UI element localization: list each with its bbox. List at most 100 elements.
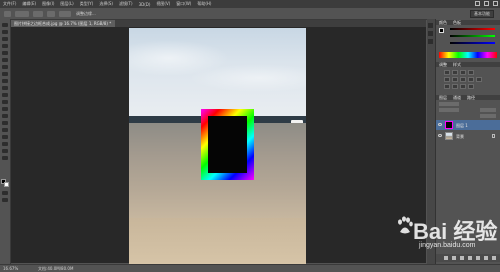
menu-window[interactable]: 窗口(W): [173, 1, 194, 7]
menu-edit[interactable]: 编辑(E): [19, 1, 39, 7]
dodge-tool-icon[interactable]: [2, 114, 8, 118]
folder-icon[interactable]: [476, 256, 480, 260]
minimize-icon[interactable]: [475, 1, 480, 6]
anti-alias-checkbox[interactable]: [47, 10, 55, 17]
properties-panel-icon[interactable]: [428, 31, 433, 36]
layer-name[interactable]: 背景: [456, 134, 464, 140]
tab-swatches[interactable]: 色板: [451, 20, 463, 25]
blue-slider[interactable]: [450, 42, 495, 44]
tab-layers[interactable]: 图层: [437, 95, 449, 100]
menu-3d[interactable]: 3D(D): [136, 2, 154, 7]
gradient-tool-icon[interactable]: [2, 100, 8, 104]
fill-field[interactable]: [480, 114, 496, 118]
blend-mode-select[interactable]: [439, 108, 459, 112]
style-select[interactable]: [59, 10, 71, 17]
type-tool-icon[interactable]: [2, 128, 8, 132]
exposure-icon[interactable]: [468, 70, 474, 75]
adjustment-layer-icon[interactable]: [468, 256, 472, 260]
menu-file[interactable]: 文件(F): [0, 1, 19, 7]
document-tab[interactable]: 图片拼接之边框合成.jpg @ 16.7% (图层 1, RGB/8) *: [10, 20, 116, 27]
document-canvas[interactable]: [129, 28, 306, 264]
pen-tool-icon[interactable]: [2, 121, 8, 125]
new-layer-icon[interactable]: [484, 256, 488, 260]
quick-mask-icon[interactable]: [2, 191, 8, 195]
curves-icon[interactable]: [460, 70, 466, 75]
tab-styles[interactable]: 样式: [451, 62, 463, 67]
layer-row[interactable]: 图层 1: [436, 120, 500, 130]
shape-tool-icon[interactable]: [2, 142, 8, 146]
menu-layer[interactable]: 图层(L): [57, 1, 76, 7]
workspace-select[interactable]: 基本功能: [470, 10, 494, 18]
crop-tool-icon[interactable]: [2, 51, 8, 55]
healing-brush-tool-icon[interactable]: [2, 65, 8, 69]
tab-paths[interactable]: 路径: [465, 95, 477, 100]
close-icon[interactable]: [493, 1, 498, 6]
info-panel-icon[interactable]: [428, 39, 433, 44]
move-tool-icon[interactable]: [2, 23, 8, 27]
maximize-icon[interactable]: [484, 1, 489, 6]
watermark-url: jingyan.baidu.com: [419, 242, 476, 249]
menu-view[interactable]: 视图(V): [153, 1, 173, 7]
color-spectrum-bar[interactable]: [439, 52, 497, 58]
canvas-area[interactable]: [11, 27, 426, 264]
menu-filter[interactable]: 滤镜(T): [116, 1, 136, 7]
lasso-tool-icon[interactable]: [2, 37, 8, 41]
mask-icon[interactable]: [460, 256, 464, 260]
color-panel-foreground[interactable]: [439, 28, 444, 33]
vibrance-icon[interactable]: [444, 77, 450, 82]
blur-tool-icon[interactable]: [2, 107, 8, 111]
screen-mode-icon[interactable]: [2, 198, 8, 202]
opacity-field[interactable]: [480, 108, 496, 112]
brightness-icon[interactable]: [444, 70, 450, 75]
brush-tool-icon[interactable]: [2, 72, 8, 76]
clone-stamp-tool-icon[interactable]: [2, 79, 8, 83]
baidu-paw-logo: [398, 216, 413, 234]
layer-thumbnail: [445, 132, 453, 140]
hue-saturation-icon[interactable]: [452, 77, 458, 82]
tool-preset-button[interactable]: [4, 10, 11, 17]
history-brush-tool-icon[interactable]: [2, 86, 8, 90]
quick-select-tool-icon[interactable]: [2, 44, 8, 48]
zoom-tool-icon[interactable]: [2, 156, 8, 160]
selection-mode-buttons[interactable]: [15, 10, 29, 17]
hand-tool-icon[interactable]: [2, 149, 8, 153]
tab-channels[interactable]: 通道: [451, 95, 463, 100]
feather-field[interactable]: [33, 10, 43, 17]
layer-row[interactable]: 背景: [436, 131, 500, 141]
tab-adjustments[interactable]: 调整: [437, 62, 449, 67]
visibility-eye-icon[interactable]: [438, 134, 442, 137]
gradient-map-icon[interactable]: [468, 84, 474, 89]
layer-name[interactable]: 图层 1: [456, 123, 468, 129]
path-select-tool-icon[interactable]: [2, 135, 8, 139]
zoom-level[interactable]: 16.67%: [3, 266, 18, 271]
levels-icon[interactable]: [452, 70, 458, 75]
eyedropper-tool-icon[interactable]: [2, 58, 8, 62]
options-bar: 调整边缘... 基本功能: [0, 8, 500, 20]
threshold-icon[interactable]: [460, 84, 466, 89]
layer-filter-select[interactable]: [439, 102, 459, 106]
background-color-swatch[interactable]: [4, 182, 9, 187]
green-slider[interactable]: [450, 35, 495, 37]
photo-filter-icon[interactable]: [476, 77, 482, 82]
tab-color[interactable]: 颜色: [437, 20, 449, 25]
invert-icon[interactable]: [444, 84, 450, 89]
menu-type[interactable]: 类型(Y): [77, 1, 97, 7]
document-size[interactable]: 文档:40.0M/80.0M: [38, 266, 73, 272]
visibility-eye-icon[interactable]: [438, 123, 442, 126]
red-slider[interactable]: [450, 28, 495, 30]
eraser-tool-icon[interactable]: [2, 93, 8, 97]
history-panel-icon[interactable]: [428, 23, 433, 28]
refine-edge-button[interactable]: 调整边缘...: [76, 11, 96, 17]
window-controls: [475, 1, 498, 6]
black-white-icon[interactable]: [468, 77, 474, 82]
rainbow-border-layer[interactable]: [201, 109, 254, 180]
trash-icon[interactable]: [492, 256, 496, 260]
link-layers-icon[interactable]: [444, 256, 448, 260]
marquee-tool-icon[interactable]: [2, 30, 8, 34]
menu-image[interactable]: 图像(I): [39, 1, 57, 7]
fx-icon[interactable]: [452, 256, 456, 260]
menu-select[interactable]: 选择(S): [96, 1, 116, 7]
color-balance-icon[interactable]: [460, 77, 466, 82]
menu-help[interactable]: 帮助(H): [194, 1, 214, 7]
posterize-icon[interactable]: [452, 84, 458, 89]
